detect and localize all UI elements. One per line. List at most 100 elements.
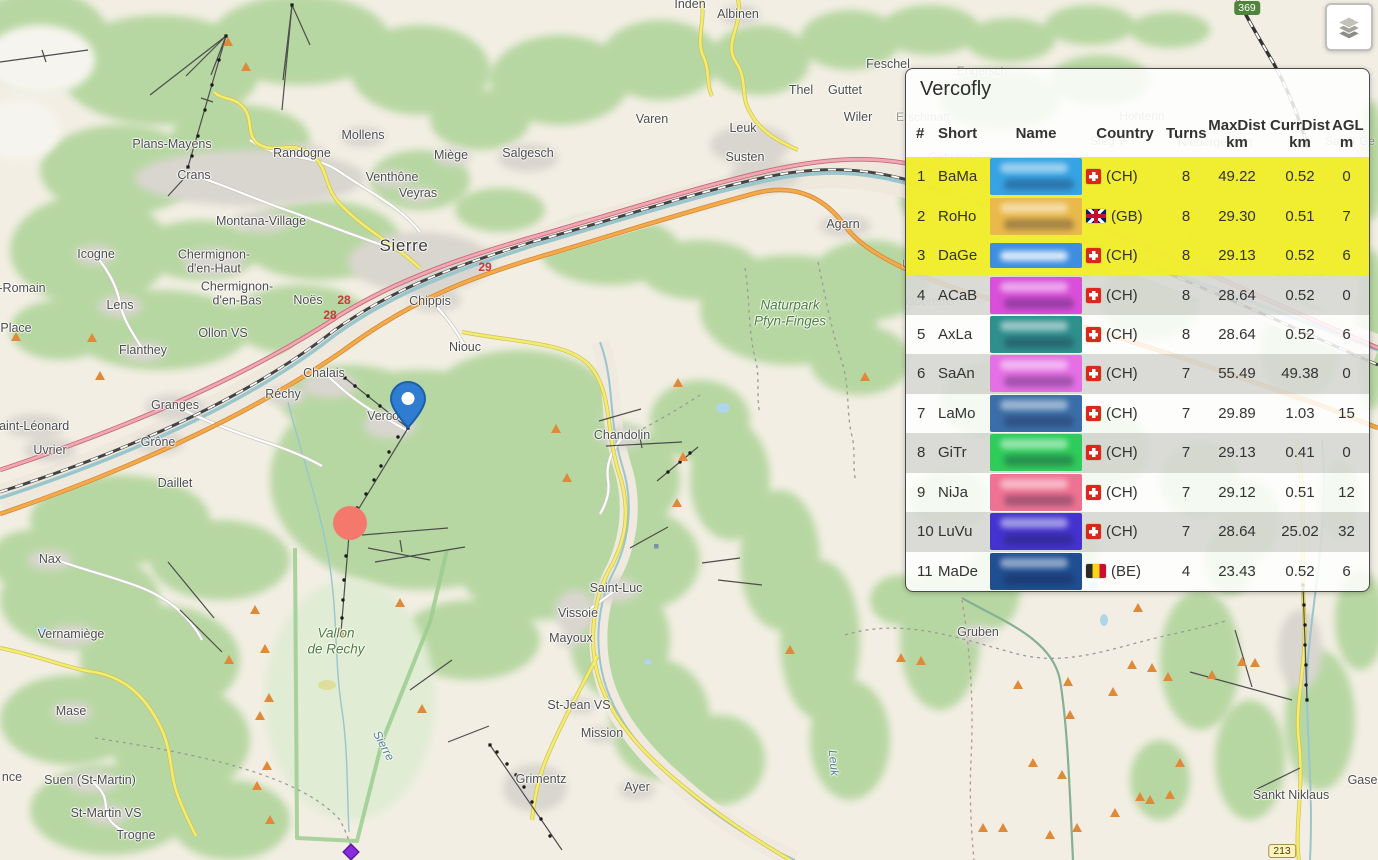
turns-cell: 4	[1166, 563, 1206, 580]
table-row[interactable]: 9 NiJa (CH) 7 29.12 0.51 12	[906, 473, 1369, 512]
country-code: (CH)	[1106, 287, 1138, 304]
country-cell: (CH)	[1084, 484, 1166, 501]
country-flag-icon	[1086, 209, 1106, 223]
blurred-name-badge	[990, 243, 1082, 268]
currdist-cell: 0.52	[1268, 168, 1332, 185]
country-code: (CH)	[1106, 484, 1138, 501]
maxdist-cell: 29.89	[1206, 405, 1268, 422]
table-row[interactable]: 4 ACaB (CH) 8 28.64 0.52 0	[906, 275, 1369, 314]
pilot-name-cell	[988, 198, 1084, 235]
pilot-short-cell: LaMo	[938, 405, 988, 422]
maxdist-cell: 55.49	[1206, 365, 1268, 382]
country-cell: (CH)	[1084, 405, 1166, 422]
currdist-cell: 25.02	[1268, 523, 1332, 540]
table-row[interactable]: 7 LaMo (CH) 7 29.89 1.03 15	[906, 394, 1369, 433]
country-cell: (BE)	[1084, 563, 1166, 580]
country-cell: (CH)	[1084, 326, 1166, 343]
currdist-cell: 0.41	[1268, 444, 1332, 461]
panel-title: Vercofly	[906, 69, 1369, 111]
pilot-short-cell: DaGe	[938, 247, 988, 264]
currdist-cell: 0.52	[1268, 287, 1332, 304]
agl-cell: 0	[1332, 365, 1361, 382]
position-circle-marker[interactable]	[333, 506, 367, 540]
country-flag-icon	[1086, 169, 1101, 184]
table-row[interactable]: 10 LuVu (CH) 7 28.64 25.02 32	[906, 512, 1369, 551]
turns-cell: 7	[1166, 365, 1206, 382]
pilot-name-cell	[988, 277, 1084, 314]
col-country: Country	[1084, 125, 1166, 142]
blurred-name-badge	[990, 316, 1082, 353]
maxdist-cell: 29.12	[1206, 484, 1268, 501]
country-flag-icon	[1086, 248, 1101, 263]
maxdist-cell: 29.13	[1206, 444, 1268, 461]
country-code: (BE)	[1111, 563, 1141, 580]
table-row[interactable]: 1 BaMa (CH) 8 49.22 0.52 0	[906, 157, 1369, 196]
blurred-name-badge	[990, 395, 1082, 432]
country-code: (CH)	[1106, 365, 1138, 382]
agl-cell: 15	[1332, 405, 1361, 422]
rank-cell: 10	[916, 523, 938, 540]
pilot-short-cell: AxLa	[938, 326, 988, 343]
pilot-name-cell	[988, 316, 1084, 353]
pilot-name-cell	[988, 243, 1084, 268]
col-rank: #	[916, 125, 938, 142]
turns-cell: 7	[1166, 484, 1206, 501]
turns-cell: 8	[1166, 326, 1206, 343]
col-agl: AGLm	[1332, 117, 1361, 152]
country-code: (CH)	[1106, 523, 1138, 540]
col-maxdist: MaxDistkm	[1206, 117, 1268, 152]
table-row[interactable]: 3 DaGe (CH) 8 29.13 0.52 6	[906, 236, 1369, 275]
agl-cell: 0	[1332, 444, 1361, 461]
col-turns: Turns	[1166, 125, 1206, 142]
agl-cell: 32	[1332, 523, 1361, 540]
maxdist-cell: 29.30	[1206, 208, 1268, 225]
country-code: (CH)	[1106, 444, 1138, 461]
table-row[interactable]: 5 AxLa (CH) 8 28.64 0.52 6	[906, 315, 1369, 354]
location-pin-marker[interactable]	[389, 381, 427, 429]
turns-cell: 7	[1166, 523, 1206, 540]
table-row[interactable]: 8 GiTr (CH) 7 29.13 0.41 0	[906, 433, 1369, 472]
layers-control[interactable]	[1325, 3, 1373, 51]
agl-cell: 7	[1332, 208, 1361, 225]
country-cell: (GB)	[1084, 208, 1166, 225]
agl-cell: 6	[1332, 247, 1361, 264]
blurred-name-badge	[990, 198, 1082, 235]
pilot-short-cell: BaMa	[938, 168, 988, 185]
maxdist-cell: 28.64	[1206, 523, 1268, 540]
pilot-short-cell: LuVu	[938, 523, 988, 540]
rank-cell: 11	[916, 563, 938, 580]
rank-cell: 7	[916, 405, 938, 422]
country-code: (CH)	[1106, 168, 1138, 185]
table-row[interactable]: 6 SaAn (CH) 7 55.49 49.38 0	[906, 354, 1369, 393]
turns-cell: 7	[1166, 405, 1206, 422]
leaderboard-panel: Vercofly # Short Name Country Turns MaxD…	[905, 68, 1370, 592]
currdist-cell: 0.51	[1268, 208, 1332, 225]
agl-cell: 6	[1332, 326, 1361, 343]
turns-cell: 7	[1166, 444, 1206, 461]
lift-station-square	[654, 544, 659, 549]
pilot-short-cell: GiTr	[938, 444, 988, 461]
agl-cell: 0	[1332, 168, 1361, 185]
maxdist-cell: 28.64	[1206, 326, 1268, 343]
country-flag-icon	[1086, 366, 1101, 381]
rank-cell: 2	[916, 208, 938, 225]
turns-cell: 8	[1166, 168, 1206, 185]
blurred-name-badge	[990, 277, 1082, 314]
blurred-name-badge	[990, 434, 1082, 471]
blurred-name-badge	[990, 355, 1082, 392]
col-currdist: CurrDistkm	[1268, 117, 1332, 152]
country-cell: (CH)	[1084, 365, 1166, 382]
country-cell: (CH)	[1084, 444, 1166, 461]
agl-cell: 12	[1332, 484, 1361, 501]
currdist-cell: 0.52	[1268, 326, 1332, 343]
pilot-name-cell	[988, 355, 1084, 392]
table-row[interactable]: 11 MaDe (BE) 4 23.43 0.52 6	[906, 552, 1369, 591]
table-row[interactable]: 2 RoHo (GB) 8 29.30 0.51 7	[906, 196, 1369, 235]
marsh	[318, 680, 336, 690]
col-name: Name	[988, 125, 1084, 142]
rank-cell: 6	[916, 365, 938, 382]
country-flag-icon	[1086, 564, 1106, 578]
rank-cell: 1	[916, 168, 938, 185]
layers-icon	[1335, 13, 1363, 41]
rank-cell: 9	[916, 484, 938, 501]
